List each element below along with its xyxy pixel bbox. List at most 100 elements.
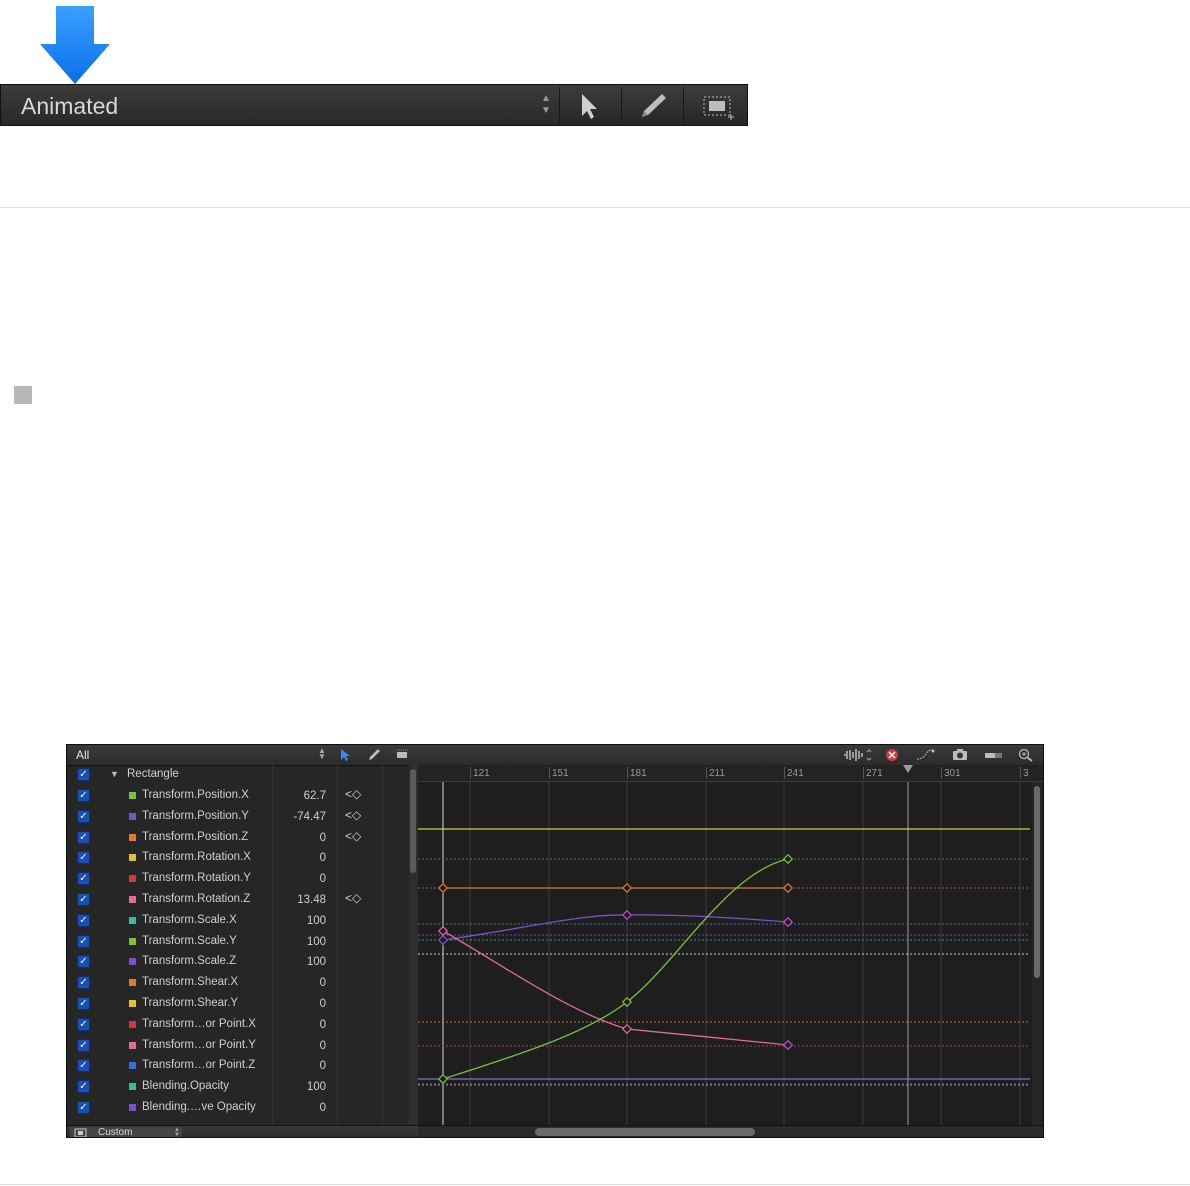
pen-icon[interactable] xyxy=(367,748,381,762)
fit-curve-icon[interactable] xyxy=(915,748,935,762)
custom-set-popup[interactable]: Custom ▲ ▼ xyxy=(70,1127,182,1138)
parameter-row[interactable]: ✓ Transform.Position.X 62.7 <◇ xyxy=(67,786,409,807)
keyframe-point[interactable] xyxy=(782,853,794,865)
enable-checkbox[interactable]: ✓ xyxy=(77,851,90,865)
parameter-value[interactable]: 100 xyxy=(272,936,326,948)
keyframe-nav-icon[interactable]: <◇ xyxy=(345,891,361,905)
parameter-row[interactable]: ✓ Transform.Shear.X 0 xyxy=(67,973,409,994)
keyframe-point[interactable] xyxy=(621,909,633,921)
curve-filter-popup[interactable]: Animated ▲ ▼ xyxy=(3,87,559,123)
save-set-icon[interactable] xyxy=(74,1128,88,1138)
parameter-row[interactable]: ✓ Transform…or Point.X 0 xyxy=(67,1015,409,1036)
rect-select-button[interactable] xyxy=(683,87,744,123)
parameter-row[interactable]: ✓ Transform.Scale.Z 100 xyxy=(67,952,409,973)
group-row-rectangle[interactable]: ✓ ▼ Rectangle xyxy=(67,765,409,786)
parameter-value[interactable]: 0 xyxy=(272,1040,326,1052)
parameter-row[interactable]: ✓ Transform…or Point.Z 0 xyxy=(67,1056,409,1077)
parameter-row[interactable]: ✓ Blending.…ve Opacity 0 xyxy=(67,1098,409,1119)
parameter-row[interactable]: ✓ Transform.Scale.X 100 xyxy=(67,911,409,932)
enable-checkbox[interactable]: ✓ xyxy=(77,1017,90,1031)
graph-horizontal-scrollbar[interactable] xyxy=(535,1128,755,1136)
keyframe-nav-icon[interactable]: <◇ xyxy=(345,787,361,801)
scroll-thumb[interactable] xyxy=(1034,786,1040,978)
list-scrollbar[interactable] xyxy=(409,765,418,1125)
keyframe-point[interactable] xyxy=(621,1023,633,1035)
waveform-icon[interactable] xyxy=(842,748,872,762)
parameter-value[interactable]: 100 xyxy=(272,915,326,927)
filter-popup-label[interactable]: All xyxy=(76,748,89,762)
keyframe-point[interactable] xyxy=(437,934,449,946)
select-tool-button[interactable] xyxy=(559,87,620,123)
enable-checkbox[interactable]: ✓ xyxy=(77,1101,90,1114)
parameter-value[interactable]: 0 xyxy=(272,1019,326,1031)
enable-checkbox[interactable]: ✓ xyxy=(77,1059,90,1073)
rectangle-select-icon[interactable] xyxy=(395,748,411,762)
clear-icon[interactable] xyxy=(885,748,899,762)
parameter-value[interactable]: -74.47 xyxy=(272,811,326,823)
keyframe-point[interactable] xyxy=(621,882,633,894)
parameter-row[interactable]: ✓ Transform.Rotation.X 0 xyxy=(67,848,409,869)
parameter-row[interactable]: ✓ Transform.Scale.Y 100 xyxy=(67,932,409,953)
graph-footer xyxy=(418,1125,1043,1137)
enable-checkbox[interactable]: ✓ xyxy=(77,789,90,802)
parameter-value[interactable]: 13.48 xyxy=(272,894,326,906)
timeline-ruler[interactable]: 121 151 181 211 241 271 301 3 xyxy=(418,765,1043,782)
keyframe-nav-icon[interactable]: <◇ xyxy=(345,808,361,822)
keyframe-nav-icon[interactable]: <◇ xyxy=(345,829,361,843)
pen-tool-button[interactable] xyxy=(621,87,682,123)
parameter-value[interactable]: 0 xyxy=(272,873,326,885)
parameter-name: Transform.Position.Y xyxy=(142,809,249,822)
keyframe-point[interactable] xyxy=(437,925,449,937)
zoom-icon[interactable] xyxy=(1018,748,1034,762)
ruler-tick-label: 181 xyxy=(630,768,647,779)
parameter-value[interactable]: 0 xyxy=(272,1102,326,1114)
enable-checkbox[interactable]: ✓ xyxy=(77,997,90,1010)
curve-rotation-z[interactable] xyxy=(442,930,789,1046)
disclosure-triangle-icon[interactable]: ▼ xyxy=(110,769,119,779)
enable-checkbox[interactable]: ✓ xyxy=(77,1080,90,1094)
enable-checkbox[interactable]: ✓ xyxy=(77,1038,90,1052)
enable-checkbox[interactable]: ✓ xyxy=(77,934,90,948)
keyframe-point[interactable] xyxy=(782,882,794,894)
playhead-marker-icon[interactable] xyxy=(903,765,913,773)
parameter-value[interactable]: 100 xyxy=(272,956,326,968)
keyframe-point[interactable] xyxy=(437,882,449,894)
custom-set-label: Custom xyxy=(98,1127,133,1138)
enable-checkbox[interactable]: ✓ xyxy=(77,872,90,886)
parameter-value[interactable]: 100 xyxy=(272,1081,326,1093)
column-separator xyxy=(337,765,338,1125)
enable-checkbox[interactable]: ✓ xyxy=(77,955,90,969)
scroll-thumb[interactable] xyxy=(410,769,416,873)
parameter-value[interactable]: 0 xyxy=(272,832,326,844)
parameter-value[interactable]: 0 xyxy=(272,852,326,864)
parameter-value[interactable]: 62.7 xyxy=(272,790,326,802)
enable-checkbox[interactable]: ✓ xyxy=(77,913,90,927)
graph-vertical-scrollbar[interactable] xyxy=(1032,782,1042,1125)
parameter-row[interactable]: ✓ Transform.Rotation.Z 13.48 <◇ xyxy=(67,890,409,911)
snapshot-icon[interactable] xyxy=(951,748,969,762)
keyframe-point[interactable] xyxy=(782,1039,794,1051)
keyframe-point[interactable] xyxy=(782,916,794,928)
curve-graph[interactable] xyxy=(418,782,1044,1125)
parameter-row[interactable]: ✓ Transform.Position.Y -74.47 <◇ xyxy=(67,807,409,828)
parameter-row[interactable]: ✓ Transform…or Point.Y 0 xyxy=(67,1036,409,1057)
parameter-row[interactable]: ✓ Transform.Shear.Y 0 xyxy=(67,994,409,1015)
keyframe-point[interactable] xyxy=(437,1073,449,1085)
curve-position-y[interactable] xyxy=(442,914,789,941)
enable-checkbox[interactable]: ✓ xyxy=(77,893,90,906)
enable-checkbox[interactable]: ✓ xyxy=(77,768,90,781)
enable-checkbox[interactable]: ✓ xyxy=(77,976,90,990)
parameter-row[interactable]: ✓ Transform.Position.Z 0 <◇ xyxy=(67,828,409,849)
enable-checkbox[interactable]: ✓ xyxy=(77,830,90,844)
toggle-icon[interactable] xyxy=(984,748,1004,762)
ruler-tick-mark xyxy=(470,767,471,779)
parameter-row[interactable]: ✓ Blending.Opacity 100 xyxy=(67,1077,409,1098)
parameter-name: Transform.Position.Z xyxy=(142,830,249,843)
parameter-row[interactable]: ✓ Transform.Rotation.Y 0 xyxy=(67,869,409,890)
parameter-value[interactable]: 0 xyxy=(272,977,326,989)
parameter-value[interactable]: 0 xyxy=(272,1060,326,1072)
ruler-tick-mark xyxy=(627,767,628,779)
enable-checkbox[interactable]: ✓ xyxy=(77,809,90,823)
parameter-value[interactable]: 0 xyxy=(272,998,326,1010)
select-arrow-icon[interactable] xyxy=(339,748,351,762)
